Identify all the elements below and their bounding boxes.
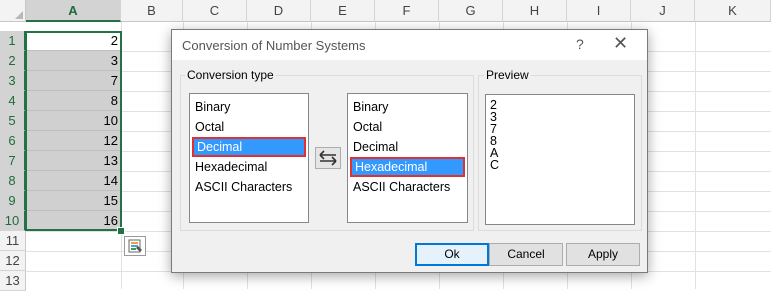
row-header-9[interactable]: 9 — [0, 191, 26, 211]
fill-handle[interactable] — [117, 227, 125, 235]
column-header-i[interactable]: I — [567, 0, 631, 22]
to-item-binary[interactable]: Binary — [350, 97, 465, 117]
column-header-e[interactable]: E — [311, 0, 375, 22]
select-all-corner[interactable] — [0, 0, 26, 22]
row-header-3[interactable]: 3 — [0, 71, 26, 91]
conversion-type-label: Conversion type — [185, 68, 276, 82]
column-header-g[interactable]: G — [439, 0, 503, 22]
close-icon[interactable]: ✕ — [613, 33, 628, 54]
column-header-f[interactable]: F — [375, 0, 439, 22]
column-header-c[interactable]: C — [183, 0, 247, 22]
row-header-2[interactable]: 2 — [0, 51, 26, 71]
cell-a9[interactable]: 15 — [26, 191, 121, 211]
from-item-hexadecimal[interactable]: Hexadecimal — [192, 157, 306, 177]
preview-label: Preview — [484, 68, 531, 82]
to-item-ascii[interactable]: ASCII Characters — [350, 177, 465, 197]
conversion-dialog: Conversion of Number Systems ? ✕ Convers… — [171, 29, 648, 273]
cell-a1[interactable]: 2 — [26, 31, 121, 51]
column-header-b[interactable]: B — [121, 0, 183, 22]
cell-a8[interactable]: 14 — [26, 171, 121, 191]
ok-button[interactable]: Ok — [415, 243, 489, 266]
from-item-decimal[interactable]: Decimal — [192, 137, 306, 157]
row-header-11[interactable]: 11 — [0, 231, 26, 251]
cell-a2[interactable]: 3 — [26, 51, 121, 71]
swap-button[interactable] — [315, 147, 341, 169]
cell-a3[interactable]: 7 — [26, 71, 121, 91]
to-item-decimal[interactable]: Decimal — [350, 137, 465, 157]
cell-a7[interactable]: 13 — [26, 151, 121, 171]
cell-a5[interactable]: 10 — [26, 111, 121, 131]
column-header-h[interactable]: H — [503, 0, 567, 22]
column-header-j[interactable]: J — [631, 0, 695, 22]
row-header-6[interactable]: 6 — [0, 131, 26, 151]
quick-analysis-button[interactable] — [124, 236, 146, 256]
from-item-ascii[interactable]: ASCII Characters — [192, 177, 306, 197]
column-header-k[interactable]: K — [695, 0, 771, 22]
row-header-13[interactable]: 13 — [0, 271, 26, 291]
dialog-titlebar: Conversion of Number Systems ? ✕ — [172, 30, 647, 60]
cell-a6[interactable]: 12 — [26, 131, 121, 151]
from-item-octal[interactable]: Octal — [192, 117, 306, 137]
row-header-5[interactable]: 5 — [0, 111, 26, 131]
to-type-list[interactable]: Binary Octal Decimal Hexadecimal ASCII C… — [347, 93, 468, 223]
quick-analysis-icon — [128, 239, 142, 253]
from-item-binary[interactable]: Binary — [192, 97, 306, 117]
apply-button[interactable]: Apply — [566, 243, 640, 266]
swap-arrows-icon — [319, 150, 337, 166]
preview-value: C — [490, 158, 500, 172]
row-header-8[interactable]: 8 — [0, 171, 26, 191]
column-header-d[interactable]: D — [247, 0, 311, 22]
to-item-octal[interactable]: Octal — [350, 117, 465, 137]
row-header-7[interactable]: 7 — [0, 151, 26, 171]
row-header-4[interactable]: 4 — [0, 91, 26, 111]
row-header-12[interactable]: 12 — [0, 251, 26, 271]
dialog-title: Conversion of Number Systems — [182, 38, 366, 53]
row-header-1[interactable]: 1 — [0, 31, 26, 51]
column-header-a[interactable]: A — [26, 0, 121, 22]
cancel-button[interactable]: Cancel — [489, 243, 563, 266]
cell-a10[interactable]: 16 — [26, 211, 121, 231]
preview-box: 2 3 7 8 A C — [485, 94, 635, 225]
question-mark-icon[interactable]: ? — [576, 36, 584, 52]
to-item-hexadecimal[interactable]: Hexadecimal — [350, 157, 465, 177]
row-header-10[interactable]: 10 — [0, 211, 26, 231]
from-type-list[interactable]: Binary Octal Decimal Hexadecimal ASCII C… — [189, 93, 309, 223]
cell-a4[interactable]: 8 — [26, 91, 121, 111]
